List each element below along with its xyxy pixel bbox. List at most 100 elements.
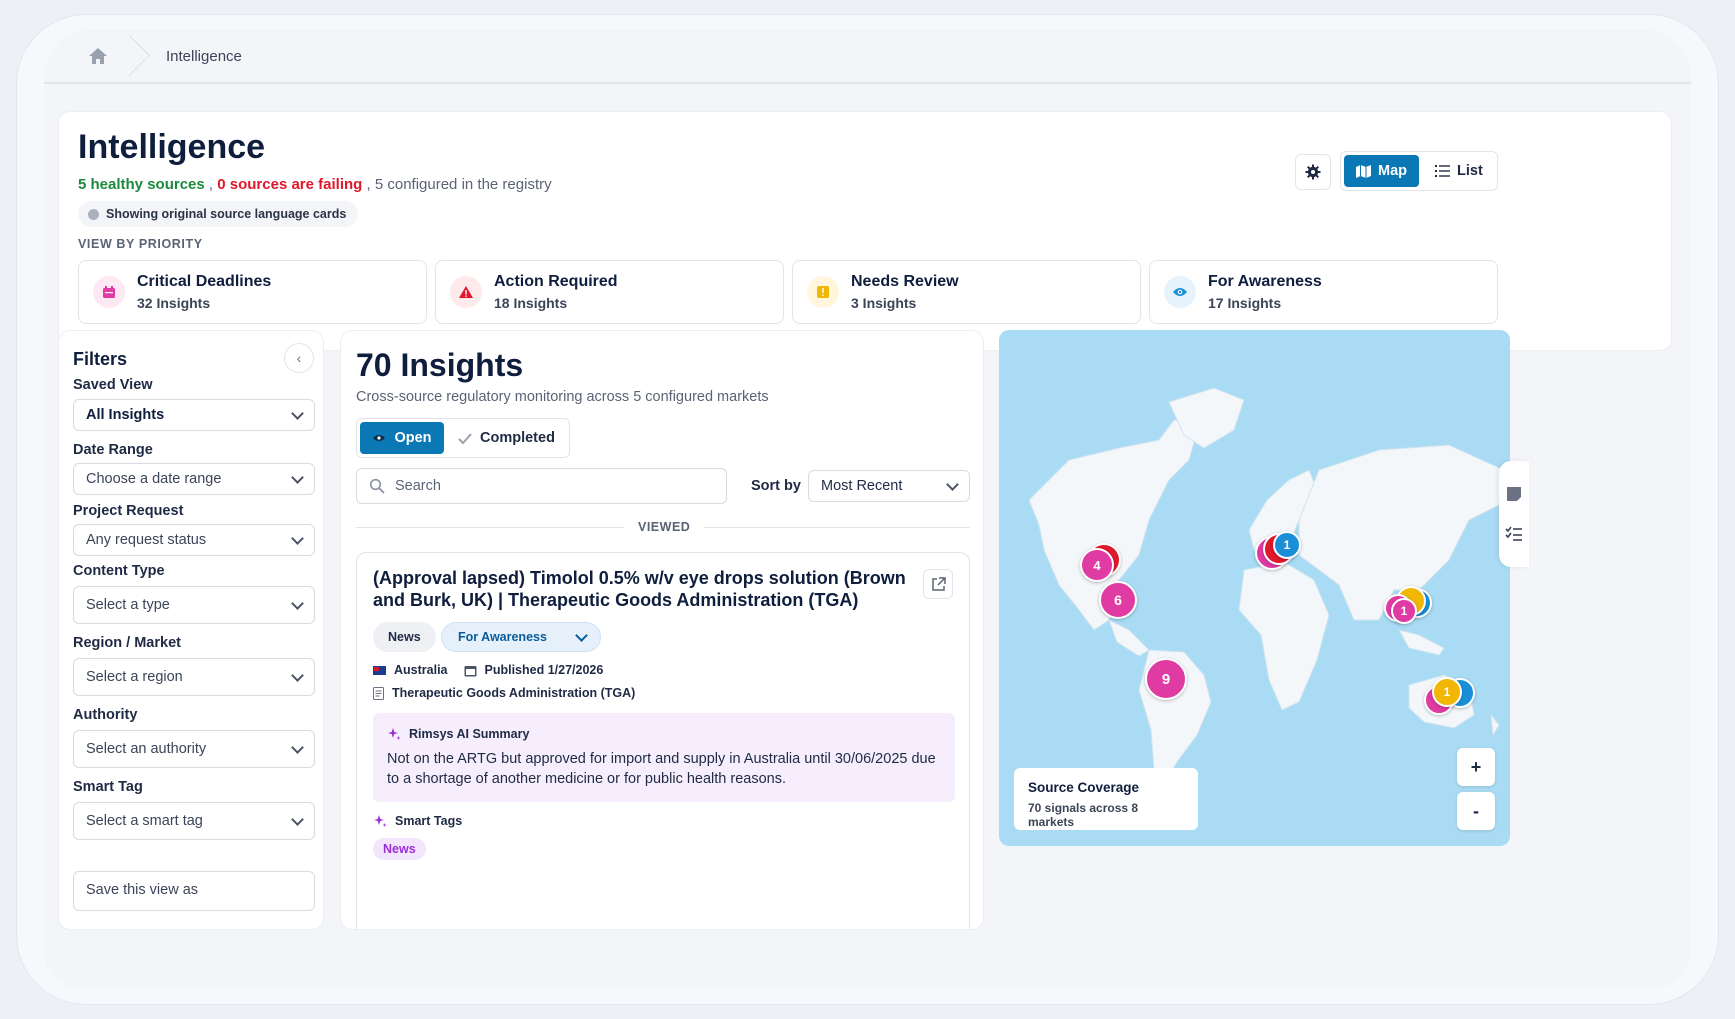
language-note-text: Showing original source language cards bbox=[106, 207, 347, 221]
chevron-down-icon bbox=[291, 812, 304, 826]
map-cluster[interactable]: 1 bbox=[1273, 531, 1301, 559]
tab-completed-label: Completed bbox=[480, 430, 555, 446]
breadcrumb-current[interactable]: Intelligence bbox=[166, 48, 242, 65]
collapse-filters-button[interactable]: ‹ bbox=[284, 343, 314, 373]
sort-value: Most Recent bbox=[821, 478, 903, 494]
priority-count: 3 Insights bbox=[851, 295, 917, 311]
authority-value: Select an authority bbox=[86, 741, 207, 757]
source-name: Therapeutic Goods Administration (TGA) bbox=[392, 686, 636, 700]
smart-tag-label: Smart Tag bbox=[73, 779, 143, 795]
status-tabs: Open Completed bbox=[356, 418, 570, 458]
smart-tag-value: Select a smart tag bbox=[86, 813, 203, 829]
priority-count: 17 Insights bbox=[1208, 295, 1282, 311]
gear-icon bbox=[1305, 164, 1321, 180]
content-type-label: Content Type bbox=[73, 563, 165, 579]
note-icon[interactable] bbox=[1506, 486, 1522, 502]
priority-dropdown[interactable]: For Awareness bbox=[441, 622, 601, 652]
filters-panel: Filters ‹ Saved View All Insights Date R… bbox=[58, 330, 324, 930]
chevron-down-icon bbox=[291, 740, 304, 754]
insight-source: Therapeutic Goods Administration (TGA) bbox=[373, 686, 635, 700]
project-request-value: Any request status bbox=[86, 532, 207, 548]
priority-title: Action Required bbox=[494, 273, 618, 290]
sparkle-icon bbox=[374, 815, 387, 827]
chevron-down-icon bbox=[291, 596, 304, 610]
smart-tag-select[interactable]: Select a smart tag bbox=[73, 802, 315, 840]
map-cluster[interactable]: 6 bbox=[1099, 581, 1137, 619]
priority-needs-review[interactable]: Needs Review 3 Insights bbox=[792, 260, 1141, 324]
globe-icon bbox=[88, 208, 99, 220]
insights-subtitle: Cross-source regulatory monitoring acros… bbox=[356, 389, 769, 405]
tab-completed[interactable]: Completed bbox=[450, 422, 555, 454]
search-input[interactable]: Search bbox=[356, 468, 727, 504]
priority-count: 18 Insights bbox=[494, 295, 568, 311]
saved-view-select[interactable]: All Insights bbox=[73, 399, 315, 431]
breadcrumb-home[interactable] bbox=[44, 30, 152, 83]
search-placeholder: Search bbox=[395, 478, 441, 494]
project-request-label: Project Request bbox=[73, 503, 184, 519]
priority-title: Needs Review bbox=[851, 273, 959, 290]
project-request-select[interactable]: Any request status bbox=[73, 524, 315, 556]
page-title: Intelligence bbox=[78, 128, 266, 166]
priority-for-awareness[interactable]: For Awareness 17 Insights bbox=[1149, 260, 1498, 324]
smart-tags-heading: Smart Tags bbox=[373, 814, 462, 828]
smart-tag[interactable]: News bbox=[373, 838, 426, 860]
search-icon bbox=[369, 478, 385, 494]
document-icon bbox=[373, 686, 384, 700]
content-type-tag: News bbox=[373, 622, 436, 652]
exclamation-icon bbox=[807, 276, 839, 308]
ai-summary-text: Not on the ARTG but approved for import … bbox=[387, 751, 936, 787]
zoom-in-button[interactable]: + bbox=[1457, 748, 1495, 786]
breadcrumb: Intelligence bbox=[44, 30, 1691, 84]
authority-select[interactable]: Select an authority bbox=[73, 730, 315, 768]
map-cluster-count: 4 bbox=[1093, 557, 1101, 573]
side-toolbar bbox=[1499, 461, 1529, 567]
save-view-input[interactable]: Save this view as bbox=[73, 871, 315, 911]
map-cluster[interactable]: 4 bbox=[1080, 548, 1114, 582]
eye-icon bbox=[1164, 276, 1196, 308]
sort-select[interactable]: Most Recent bbox=[808, 470, 970, 502]
filters-title: Filters bbox=[73, 349, 128, 369]
warning-icon bbox=[450, 276, 482, 308]
insights-title: 70 Insights bbox=[356, 347, 524, 383]
zoom-out-label: - bbox=[1473, 800, 1479, 821]
ai-summary-title: Rimsys AI Summary bbox=[409, 727, 530, 741]
saved-view-value: All Insights bbox=[86, 407, 165, 423]
content-type-select[interactable]: Select a type bbox=[73, 586, 315, 624]
date-range-value: Choose a date range bbox=[86, 471, 222, 487]
failing-sources: 0 sources are failing bbox=[217, 176, 363, 193]
zoom-out-button[interactable]: - bbox=[1457, 792, 1495, 830]
tab-open[interactable]: Open bbox=[360, 422, 444, 454]
app-screen: Intelligence Intelligence 5 healthy sour… bbox=[44, 30, 1691, 988]
view-by-priority-label: VIEW BY PRIORITY bbox=[78, 237, 203, 251]
map-cluster[interactable]: 1 bbox=[1391, 598, 1417, 624]
world-map[interactable]: 4 6 1 1 9 1 + - Source Coverage 70 signa… bbox=[999, 330, 1510, 846]
checklist-icon[interactable] bbox=[1505, 526, 1523, 542]
settings-button[interactable] bbox=[1295, 154, 1331, 190]
insight-card[interactable]: (Approval lapsed) Timolol 0.5% w/v eye d… bbox=[356, 552, 970, 929]
open-external-button[interactable] bbox=[923, 569, 953, 599]
chevron-left-icon: ‹ bbox=[296, 350, 302, 366]
viewed-label: VIEWED bbox=[624, 520, 705, 534]
priority-action-required[interactable]: Action Required 18 Insights bbox=[435, 260, 784, 324]
home-icon bbox=[89, 48, 107, 64]
zoom-in-label: + bbox=[1470, 756, 1482, 777]
region-label: Region / Market bbox=[73, 635, 181, 651]
coverage-subtitle: 70 signals across 8 markets bbox=[1028, 801, 1139, 829]
view-toggle: Map List bbox=[1340, 151, 1498, 191]
insight-title[interactable]: (Approval lapsed) Timolol 0.5% w/v eye d… bbox=[373, 567, 913, 611]
tab-open-label: Open bbox=[394, 430, 432, 446]
map-cluster[interactable]: 9 bbox=[1145, 658, 1187, 700]
region-value: Select a region bbox=[86, 669, 183, 685]
authority-label: Authority bbox=[73, 707, 138, 723]
list-view-button[interactable]: List bbox=[1423, 155, 1495, 187]
date-range-select[interactable]: Choose a date range bbox=[73, 463, 315, 495]
chevron-down-icon bbox=[946, 477, 959, 491]
country: Australia bbox=[394, 663, 448, 677]
saved-view-label: Saved View bbox=[73, 377, 153, 393]
list-icon bbox=[1435, 165, 1450, 177]
map-view-button[interactable]: Map bbox=[1344, 155, 1419, 187]
priority-critical-deadlines[interactable]: Critical Deadlines 32 Insights bbox=[78, 260, 427, 324]
region-select[interactable]: Select a region bbox=[73, 658, 315, 696]
map-cluster[interactable]: 1 bbox=[1432, 677, 1462, 707]
priority-value: For Awareness bbox=[458, 630, 547, 644]
